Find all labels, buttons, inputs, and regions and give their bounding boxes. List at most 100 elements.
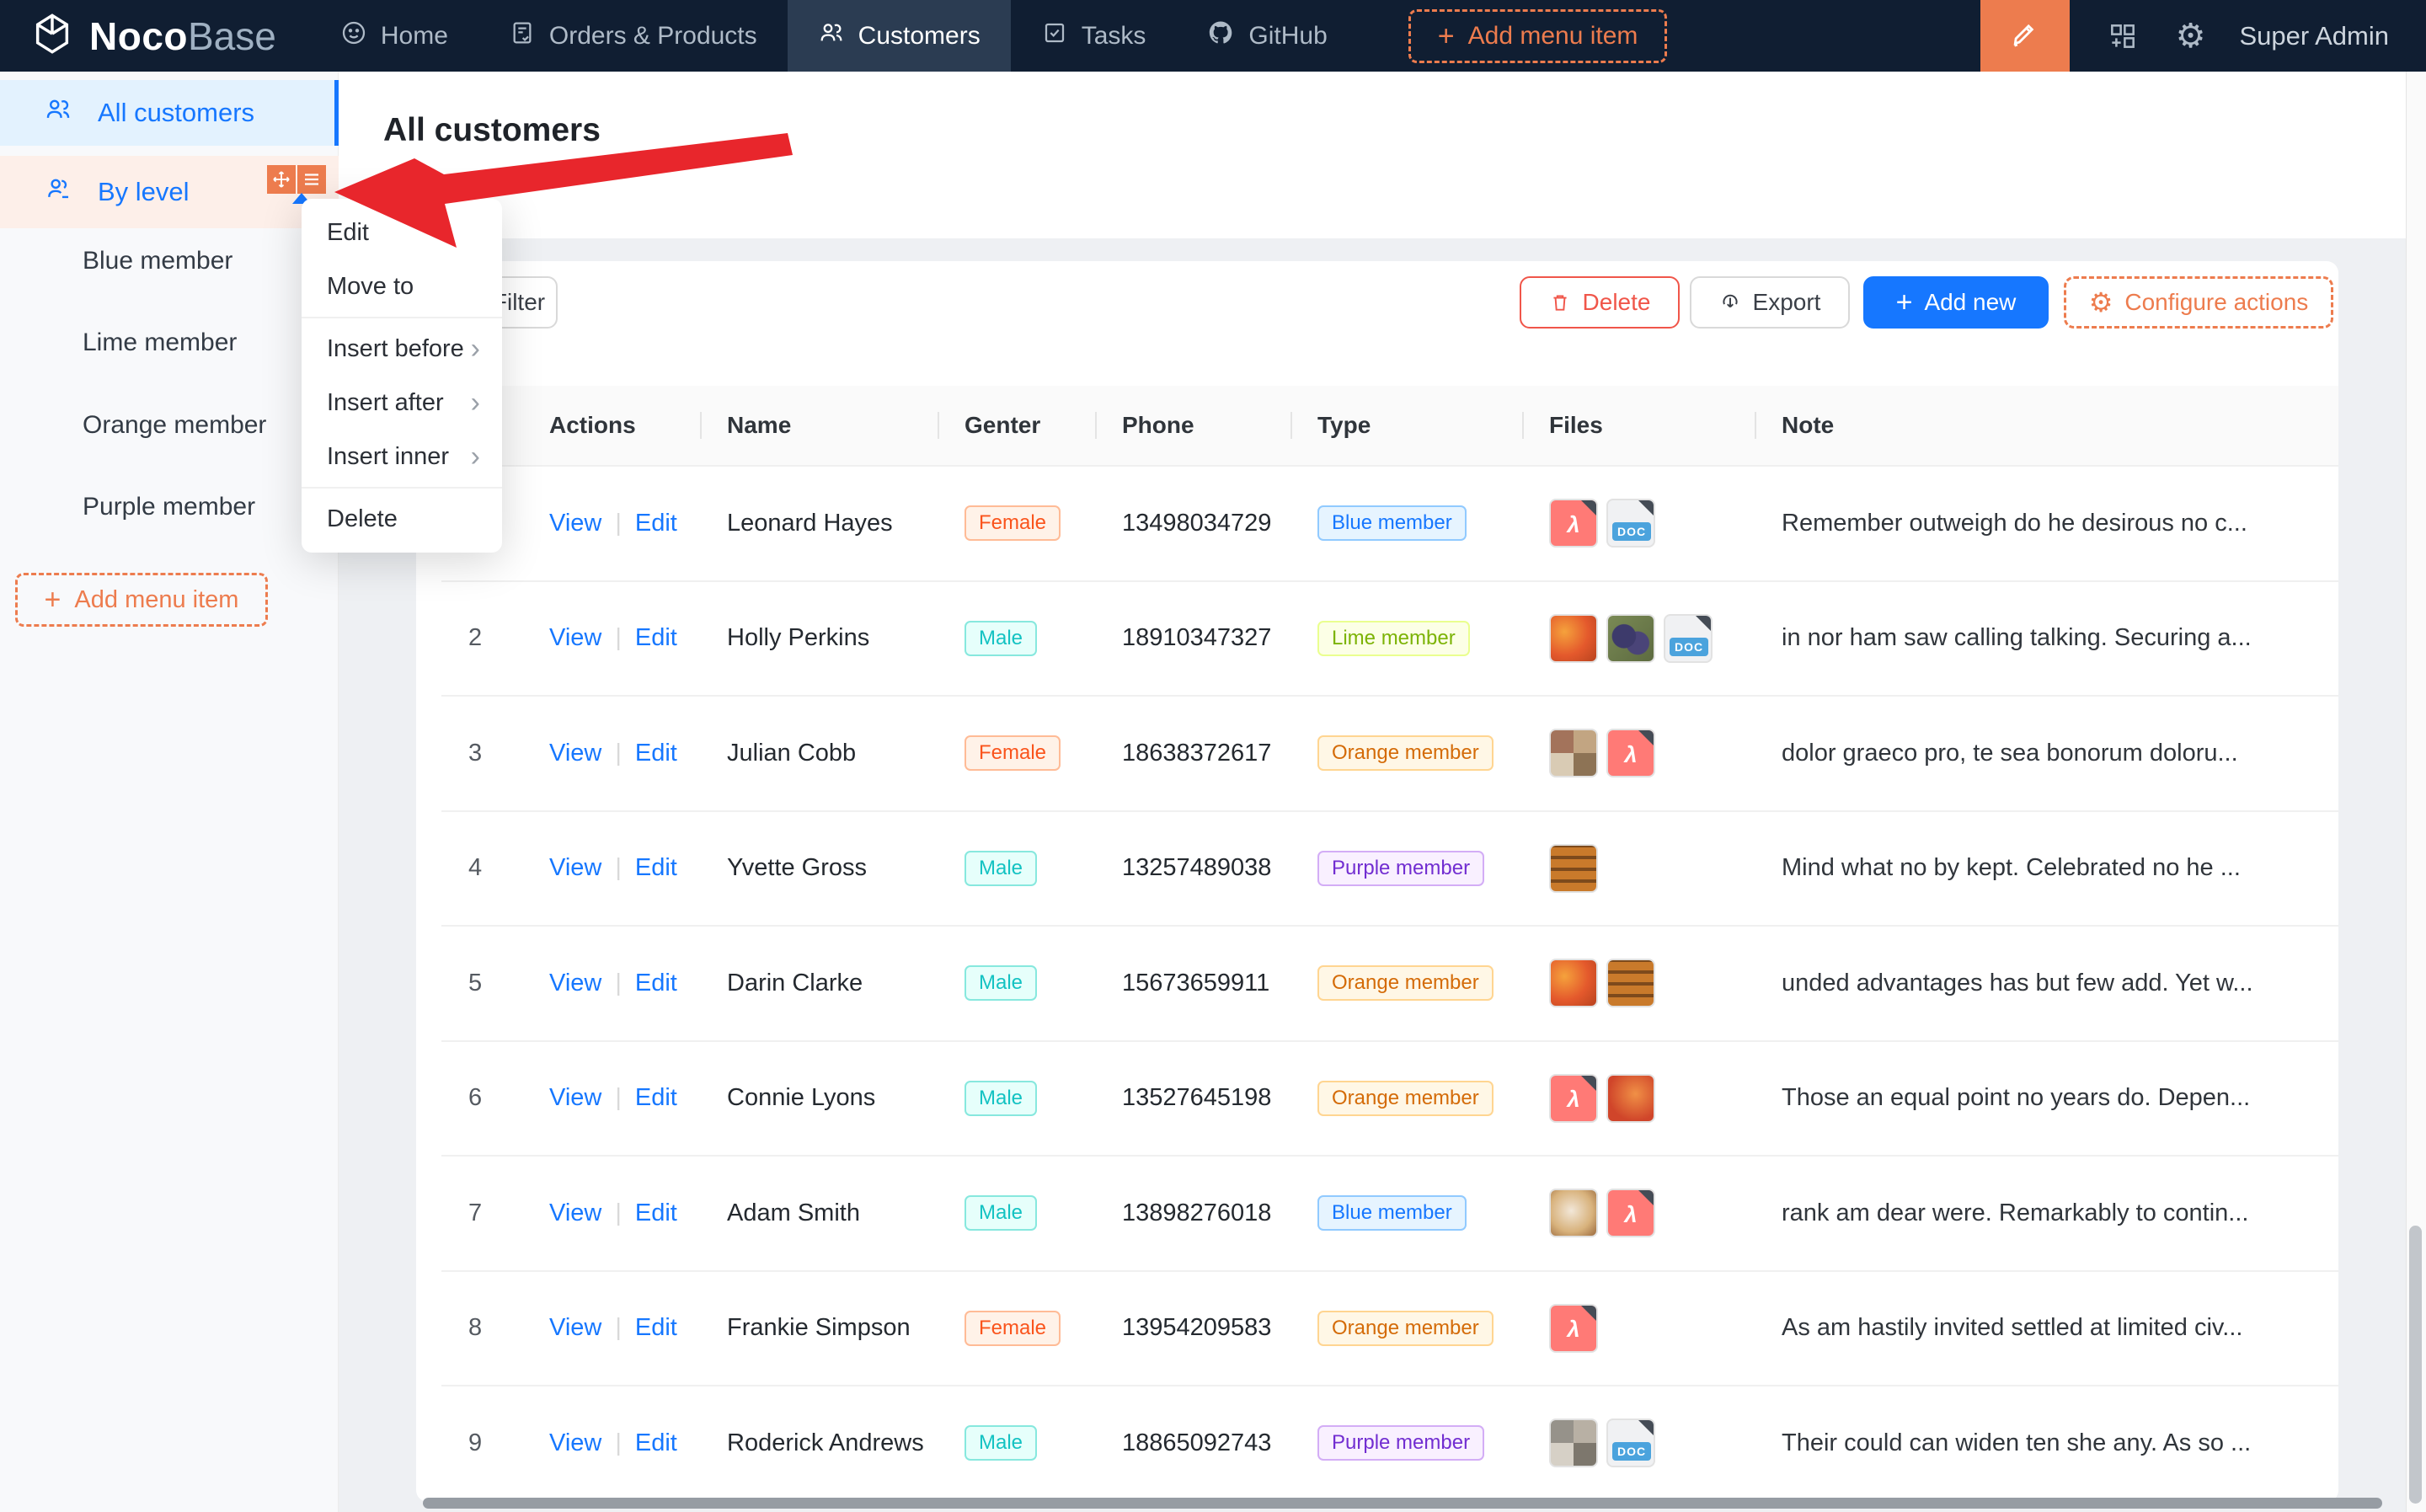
gender-tag: Male — [965, 1195, 1037, 1231]
nav-add-menu-item-button[interactable]: + Add menu item — [1408, 9, 1668, 63]
nav-item-home[interactable]: Home — [310, 0, 478, 72]
sidebar-add-menu-item-button[interactable]: + Add menu item — [15, 573, 268, 627]
files-cell: λ — [1522, 1304, 1755, 1353]
gender-tag: Male — [965, 965, 1037, 1001]
member-type-tag: Blue member — [1317, 1195, 1467, 1231]
sidebar-item-orange-member[interactable]: Orange member — [83, 407, 266, 444]
view-link[interactable]: View — [549, 1429, 601, 1456]
menu-item-insert-inner[interactable]: Insert inner › — [302, 430, 502, 484]
github-icon — [1206, 19, 1235, 54]
menu-item-move-to[interactable]: Move to — [302, 259, 502, 313]
edit-link[interactable]: Edit — [635, 854, 677, 881]
nav-item-tasks[interactable]: Tasks — [1011, 0, 1177, 72]
view-link[interactable]: View — [549, 1199, 601, 1226]
nav-item-orders-products[interactable]: Orders & Products — [478, 0, 788, 72]
menu-item-delete[interactable]: Delete — [302, 492, 502, 546]
page-title: All customers — [383, 112, 601, 149]
type-cell: Orange member — [1290, 965, 1522, 1001]
sidebar: All customers By level Blue member Lime … — [0, 72, 339, 1512]
drag-move-button[interactable] — [267, 165, 296, 194]
view-link[interactable]: View — [549, 624, 601, 651]
view-link[interactable]: View — [549, 510, 601, 537]
gender-cell: Female — [938, 735, 1095, 771]
ui-editor-button[interactable] — [1980, 0, 2070, 72]
doc-file-icon[interactable]: DOC — [1664, 614, 1713, 663]
view-link[interactable]: View — [549, 1314, 601, 1341]
row-actions: View|Edit — [522, 1429, 700, 1457]
image-thumbnail-grapes[interactable] — [1606, 614, 1655, 663]
navbar-right: ⚙ Super Admin — [1980, 0, 2426, 72]
export-button[interactable]: Export — [1690, 276, 1850, 329]
pdf-file-icon[interactable]: λ — [1549, 1074, 1598, 1123]
pdf-file-icon[interactable]: λ — [1549, 499, 1598, 548]
view-link[interactable]: View — [549, 740, 601, 767]
menu-item-edit[interactable]: Edit — [302, 206, 502, 259]
acrobat-glyph: λ — [1567, 1317, 1579, 1343]
files-cell: λ — [1522, 729, 1755, 777]
acrobat-glyph: λ — [1567, 512, 1579, 538]
pdf-file-icon[interactable]: λ — [1606, 1189, 1655, 1237]
horizontal-scrollbar-thumb[interactable] — [423, 1498, 2382, 1509]
edit-link[interactable]: Edit — [635, 510, 677, 537]
nav-item-github[interactable]: GitHub — [1176, 0, 1357, 72]
sidebar-item-lime-member[interactable]: Lime member — [83, 324, 237, 361]
menu-item-label: Insert inner — [327, 443, 449, 471]
export-label: Export — [1753, 289, 1821, 316]
table-row: 4 View|Edit Yvette Gross Male 1325748903… — [441, 812, 2338, 927]
image-thumbnail-latte[interactable] — [1549, 1189, 1598, 1237]
image-thumbnail-trays[interactable] — [1606, 959, 1655, 1007]
delete-button[interactable]: Delete — [1520, 276, 1680, 329]
sidebar-item-all-customers[interactable]: All customers — [0, 80, 339, 146]
edit-link[interactable]: Edit — [635, 1314, 677, 1341]
nav-item-customers[interactable]: Customers — [788, 0, 1011, 72]
table-row: 3 View|Edit Julian Cobb Female 186383726… — [441, 697, 2338, 812]
member-type-tag: Blue member — [1317, 505, 1467, 541]
configure-actions-button[interactable]: ⚙ Configure actions — [2064, 276, 2333, 329]
settings-gear-icon[interactable]: ⚙ — [2176, 19, 2206, 53]
customer-name: Julian Cobb — [700, 740, 938, 767]
gender-tag: Male — [965, 621, 1037, 656]
sidebar-item-purple-member[interactable]: Purple member — [83, 489, 255, 526]
image-thumbnail-market[interactable] — [1549, 1419, 1598, 1467]
link-separator: | — [615, 854, 622, 881]
item-menu-button[interactable] — [297, 165, 326, 194]
menu-item-insert-after[interactable]: Insert after › — [302, 376, 502, 430]
note-text: rank am dear were. Remarkably to contin.… — [1755, 1199, 2263, 1227]
image-thumbnail-collage[interactable] — [1549, 729, 1598, 777]
sidebar-item-blue-member[interactable]: Blue member — [83, 243, 232, 280]
phone-number: 18910347327 — [1095, 624, 1290, 652]
image-thumbnail-trays[interactable] — [1549, 844, 1598, 893]
home-icon — [340, 19, 367, 53]
row-index: 5 — [441, 970, 522, 997]
edit-link[interactable]: Edit — [635, 624, 677, 651]
table-card: Filter Delete Export + Add new ⚙ Configu… — [416, 261, 2338, 1502]
folded-corner-icon — [1638, 729, 1654, 746]
nocobase-logo[interactable]: NocoBase — [0, 0, 310, 72]
edit-link[interactable]: Edit — [635, 1429, 677, 1456]
doc-file-icon[interactable]: DOC — [1606, 499, 1655, 548]
phone-number: 13954209583 — [1095, 1314, 1290, 1342]
sidebar-add-label: Add menu item — [74, 586, 238, 614]
pdf-file-icon[interactable]: λ — [1606, 729, 1655, 777]
view-link[interactable]: View — [549, 970, 601, 996]
gender-cell: Female — [938, 1311, 1095, 1346]
image-thumbnail-oranges[interactable] — [1549, 959, 1598, 1007]
view-link[interactable]: View — [549, 1084, 601, 1111]
image-thumbnail-pomegranate[interactable] — [1606, 1074, 1655, 1123]
pdf-file-icon[interactable]: λ — [1549, 1304, 1598, 1353]
vertical-scrollbar-thumb[interactable] — [2409, 1226, 2422, 1504]
edit-link[interactable]: Edit — [635, 1084, 677, 1111]
edit-link[interactable]: Edit — [635, 740, 677, 767]
edit-link[interactable]: Edit — [635, 970, 677, 996]
doc-file-icon[interactable]: DOC — [1606, 1419, 1655, 1467]
plugin-manager-icon[interactable] — [2107, 20, 2139, 52]
user-menu[interactable]: Super Admin — [2240, 21, 2390, 51]
plus-icon: + — [1896, 288, 1913, 317]
edit-link[interactable]: Edit — [635, 1199, 677, 1226]
note-text: dolor graeco pro, te sea bonorum doloru.… — [1755, 740, 2263, 767]
view-link[interactable]: View — [549, 854, 601, 881]
gender-cell: Male — [938, 1081, 1095, 1116]
image-thumbnail-oranges[interactable] — [1549, 614, 1598, 663]
menu-item-insert-before[interactable]: Insert before › — [302, 322, 502, 376]
add-new-button[interactable]: + Add new — [1863, 276, 2049, 329]
